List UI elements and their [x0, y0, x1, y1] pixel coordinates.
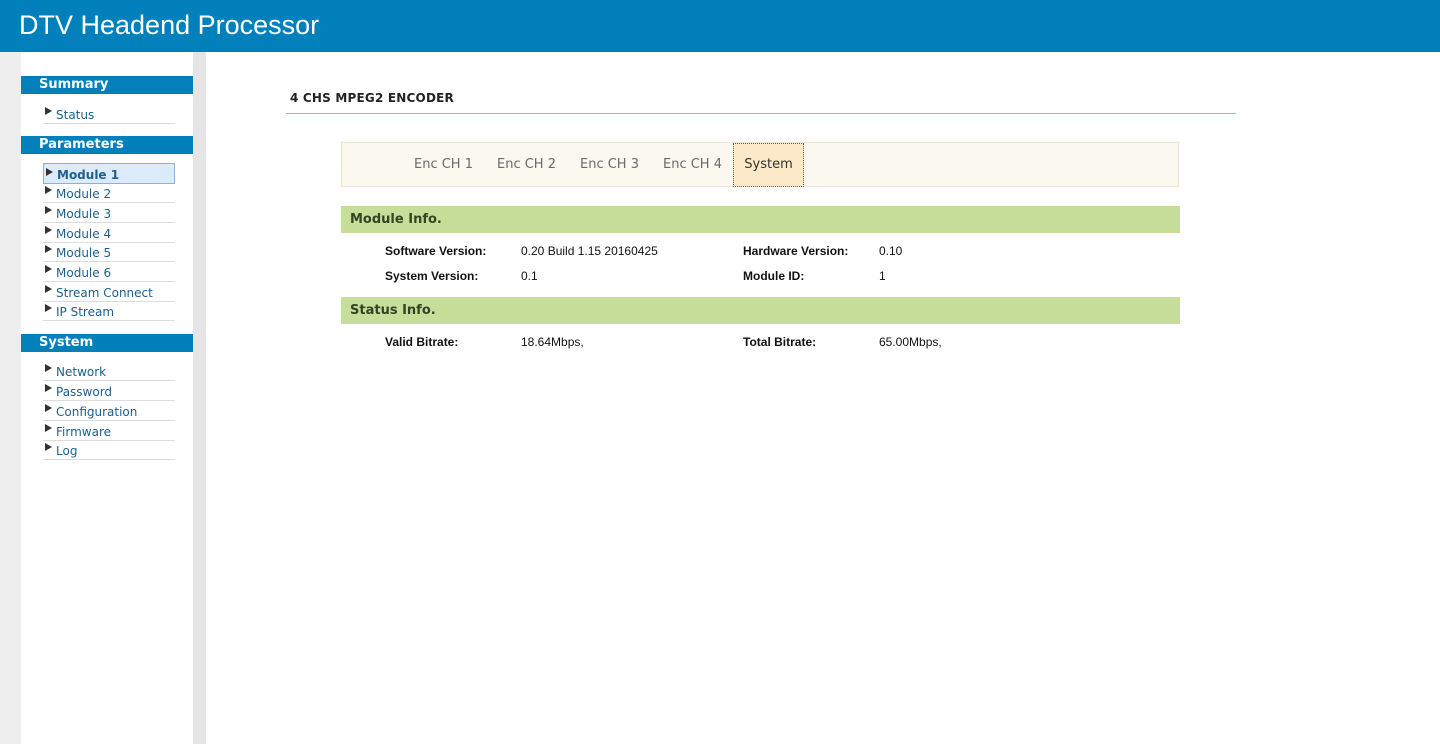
sidebar-item-password[interactable]: Password	[43, 382, 175, 401]
sidebar-divider	[193, 52, 206, 744]
page-title: 4 CHS MPEG2 ENCODER	[290, 91, 454, 105]
title-divider	[286, 113, 1236, 114]
sidebar-item-module-6[interactable]: Module 6	[43, 263, 175, 282]
sidebar-section-summary: Summary	[21, 76, 193, 94]
module-id-value: 1	[879, 269, 886, 283]
triangle-right-icon	[45, 107, 52, 115]
triangle-right-icon	[46, 168, 53, 176]
triangle-right-icon	[45, 186, 52, 194]
tab-enc-ch-3[interactable]: Enc CH 3	[580, 143, 639, 186]
triangle-right-icon	[45, 285, 52, 293]
triangle-right-icon	[45, 443, 52, 451]
sidebar-item-log[interactable]: Log	[43, 441, 175, 460]
hardware-version-value: 0.10	[879, 244, 903, 258]
app-title: DTV Headend Processor	[19, 10, 320, 40]
app-header: DTV Headend Processor	[0, 0, 1440, 52]
sidebar-item-module-2[interactable]: Module 2	[43, 184, 175, 203]
triangle-right-icon	[45, 424, 52, 432]
sidebar: Summary Status Parameters Module 1 Modul…	[21, 52, 193, 744]
system-version-label: System Version:	[385, 269, 479, 283]
sidebar-section-system: System	[21, 334, 193, 352]
tab-enc-ch-1[interactable]: Enc CH 1	[414, 143, 473, 186]
triangle-right-icon	[45, 304, 52, 312]
sidebar-item-status[interactable]: Status	[43, 105, 175, 124]
module-info-header: Module Info.	[341, 206, 1180, 233]
sidebar-section-parameters: Parameters	[21, 136, 193, 154]
sidebar-item-firmware[interactable]: Firmware	[43, 422, 175, 441]
triangle-right-icon	[45, 206, 52, 214]
tab-bar: Enc CH 1 Enc CH 2 Enc CH 3 Enc CH 4 Syst…	[341, 142, 1179, 187]
total-bitrate-label: Total Bitrate:	[743, 335, 817, 349]
system-version-value: 0.1	[521, 269, 538, 283]
sidebar-item-module-4[interactable]: Module 4	[43, 224, 175, 243]
tab-enc-ch-2[interactable]: Enc CH 2	[497, 143, 556, 186]
total-bitrate-value: 65.00Mbps,	[879, 335, 942, 349]
tab-enc-ch-4[interactable]: Enc CH 4	[663, 143, 722, 186]
status-info-header: Status Info.	[341, 297, 1180, 324]
triangle-right-icon	[45, 384, 52, 392]
triangle-right-icon	[45, 364, 52, 372]
sidebar-item-configuration[interactable]: Configuration	[43, 402, 175, 421]
main-content: 4 CHS MPEG2 ENCODER Enc CH 1 Enc CH 2 En…	[206, 52, 1440, 744]
sidebar-item-network[interactable]: Network	[43, 362, 175, 381]
hardware-version-label: Hardware Version:	[743, 244, 849, 258]
sidebar-item-module-1[interactable]: Module 1	[43, 163, 175, 184]
software-version-label: Software Version:	[385, 244, 487, 258]
sidebar-item-module-5[interactable]: Module 5	[43, 243, 175, 262]
sidebar-item-module-3[interactable]: Module 3	[43, 204, 175, 223]
module-id-label: Module ID:	[743, 269, 805, 283]
triangle-right-icon	[45, 226, 52, 234]
valid-bitrate-label: Valid Bitrate:	[385, 335, 459, 349]
triangle-right-icon	[45, 404, 52, 412]
software-version-value: 0.20 Build 1.15 20160425	[521, 244, 658, 258]
tab-system[interactable]: System	[733, 143, 804, 187]
triangle-right-icon	[45, 245, 52, 253]
sidebar-item-ip-stream[interactable]: IP Stream	[43, 302, 175, 321]
triangle-right-icon	[45, 265, 52, 273]
sidebar-item-stream-connect[interactable]: Stream Connect	[43, 283, 175, 302]
valid-bitrate-value: 18.64Mbps,	[521, 335, 584, 349]
